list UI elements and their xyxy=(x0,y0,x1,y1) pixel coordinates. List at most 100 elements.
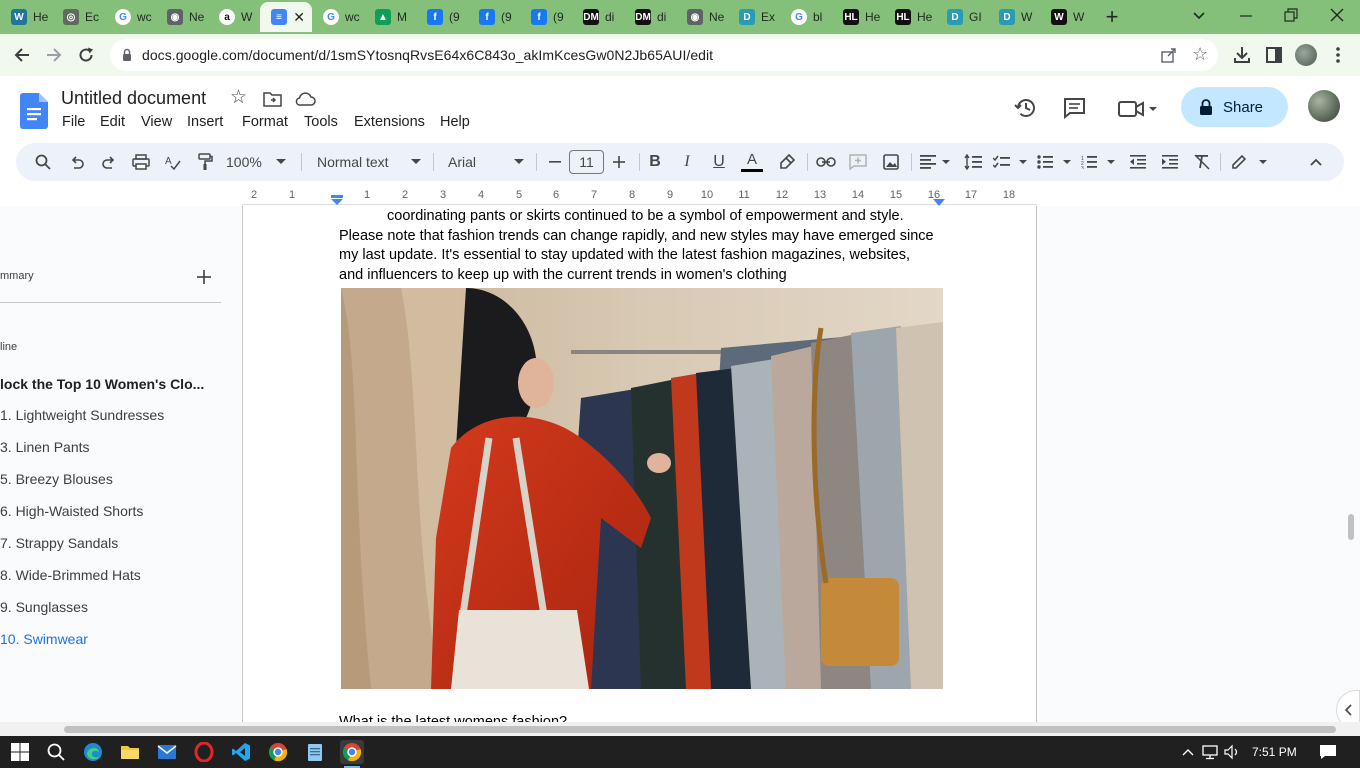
editing-mode-icon[interactable] xyxy=(1230,143,1270,181)
search-menus-icon[interactable] xyxy=(32,143,54,181)
italic-icon[interactable]: I xyxy=(676,143,698,181)
move-folder-icon[interactable] xyxy=(263,91,283,107)
sidepanel-icon[interactable] xyxy=(1262,43,1286,67)
decrease-indent-icon[interactable] xyxy=(1126,143,1150,181)
search-icon[interactable] xyxy=(44,740,68,764)
file-explorer-icon[interactable] xyxy=(118,740,142,764)
menu-format[interactable]: Format xyxy=(242,114,288,130)
tab-search-icon[interactable] xyxy=(1190,6,1208,26)
text-color-icon[interactable]: A xyxy=(740,143,764,181)
browser-tab[interactable]: Gwc xyxy=(312,2,364,32)
menu-view[interactable]: View xyxy=(141,114,172,130)
body-text-line[interactable]: and influencers to keep up with the curr… xyxy=(339,267,787,283)
browser-tab[interactable]: HL He xyxy=(832,2,884,32)
highlight-color-icon[interactable] xyxy=(776,143,798,181)
browser-tab[interactable]: D GI xyxy=(936,2,988,32)
download-icon[interactable] xyxy=(1230,43,1254,67)
notifications-icon[interactable] xyxy=(1316,740,1340,764)
increase-indent-icon[interactable] xyxy=(1158,143,1182,181)
edge-icon[interactable] xyxy=(81,740,105,764)
vertical-scrollbar-thumb[interactable] xyxy=(1348,514,1354,540)
clock-time[interactable]: 7:51 PM xyxy=(1252,745,1297,759)
site-info-icon[interactable] xyxy=(120,48,134,62)
share-button[interactable]: Share xyxy=(1181,87,1288,127)
body-text-line[interactable]: Please note that fashion trends can chan… xyxy=(339,228,934,244)
add-summary-icon[interactable] xyxy=(195,268,213,286)
share-page-icon[interactable] xyxy=(1160,47,1178,63)
browser-tab[interactable]: f (9 xyxy=(468,2,520,32)
browser-tab[interactable]: DM di xyxy=(624,2,676,32)
browser-tab[interactable]: DM di xyxy=(572,2,624,32)
version-history-icon[interactable] xyxy=(1014,96,1038,120)
meet-call-button[interactable] xyxy=(1117,98,1161,120)
font-select[interactable]: Arial xyxy=(448,143,524,181)
windows-start-icon[interactable] xyxy=(8,740,32,764)
hidden-icons-chevron-icon[interactable] xyxy=(1176,740,1200,764)
horizontal-ruler[interactable]: 2 1 1 2 3 4 5 6 7 8 9 10 11 12 13 14 15 16 17 18 xyxy=(242,188,1037,206)
browser-tab[interactable]: DW xyxy=(988,2,1040,32)
new-tab-icon[interactable]: + xyxy=(1100,6,1124,28)
comments-icon[interactable] xyxy=(1063,97,1087,120)
hide-menus-icon[interactable] xyxy=(1304,143,1328,181)
reload-icon[interactable] xyxy=(74,43,98,67)
bulleted-list-icon[interactable] xyxy=(1036,143,1074,181)
chrome-active-taskbar-icon[interactable] xyxy=(340,740,364,764)
body-text-line[interactable]: my last update. It's essential to stay u… xyxy=(339,247,910,263)
font-size-input[interactable]: 11 xyxy=(569,150,604,174)
spellcheck-icon[interactable]: A xyxy=(162,143,184,181)
underline-icon[interactable]: U xyxy=(708,143,730,181)
outline-item[interactable]: 7. Strappy Sandals xyxy=(0,535,118,551)
volume-icon[interactable] xyxy=(1220,740,1244,764)
insert-image-icon[interactable] xyxy=(879,143,903,181)
browser-tab[interactable]: f (9 xyxy=(416,2,468,32)
add-comment-icon[interactable] xyxy=(846,143,870,181)
undo-icon[interactable] xyxy=(66,143,88,181)
right-indent-marker[interactable] xyxy=(932,194,946,206)
insert-link-icon[interactable] xyxy=(814,143,838,181)
browser-tab[interactable]: Gbl xyxy=(780,2,832,32)
browser-tab[interactable]: ◉ Ne xyxy=(676,2,728,32)
cloud-saved-icon[interactable] xyxy=(294,91,316,107)
browser-tab[interactable]: D Ex xyxy=(728,2,780,32)
bold-icon[interactable]: B xyxy=(644,143,666,181)
mail-icon[interactable] xyxy=(155,740,179,764)
paragraph-style-select[interactable]: Normal text xyxy=(317,143,421,181)
document-title[interactable]: Untitled document xyxy=(61,88,206,109)
horizontal-scrollbar[interactable] xyxy=(0,722,1360,736)
align-icon[interactable] xyxy=(918,143,952,181)
browser-tab[interactable]: f (9 xyxy=(520,2,572,32)
profile-avatar[interactable] xyxy=(1294,43,1318,67)
account-avatar[interactable] xyxy=(1308,90,1340,122)
increase-font-size-icon[interactable] xyxy=(610,143,628,181)
browser-tab[interactable]: ▲ M xyxy=(364,2,416,32)
outline-item-active[interactable]: 10. Swimwear xyxy=(0,631,88,647)
left-indent-marker[interactable] xyxy=(330,192,344,205)
paint-format-icon[interactable] xyxy=(194,143,216,181)
browser-tab[interactable]: ◉ Ne xyxy=(156,2,208,32)
redo-icon[interactable] xyxy=(98,143,120,181)
outline-item[interactable]: 6. High-Waisted Shorts xyxy=(0,503,143,519)
browser-tab-active[interactable]: ≡ ✕ xyxy=(260,2,312,32)
notepad-icon[interactable] xyxy=(303,740,327,764)
print-icon[interactable] xyxy=(130,143,152,181)
menu-tools[interactable]: Tools xyxy=(304,114,338,130)
menu-help[interactable]: Help xyxy=(440,114,470,130)
star-icon[interactable]: ☆ xyxy=(230,88,250,108)
outline-item[interactable]: 5. Breezy Blouses xyxy=(0,471,113,487)
browser-tab[interactable]: Gwc xyxy=(104,2,156,32)
minimize-icon[interactable] xyxy=(1237,6,1255,26)
outline-item[interactable]: 1. Lightweight Sundresses xyxy=(0,407,164,423)
numbered-list-icon[interactable]: 123 xyxy=(1080,143,1118,181)
browser-menu-icon[interactable] xyxy=(1326,43,1350,67)
fashion-shopping-photo[interactable] xyxy=(341,288,943,689)
decrease-font-size-icon[interactable] xyxy=(546,143,564,181)
forward-icon[interactable] xyxy=(42,43,66,67)
menu-edit[interactable]: Edit xyxy=(100,114,125,130)
outline-item[interactable]: 8. Wide-Brimmed Hats xyxy=(0,567,141,583)
browser-tab[interactable]: ◎ Ec xyxy=(52,2,104,32)
line-spacing-icon[interactable] xyxy=(961,143,985,181)
document-page[interactable]: coordinating pants or skirts continued t… xyxy=(242,206,1037,730)
browser-tab[interactable]: WW xyxy=(1040,2,1092,32)
body-text-line[interactable]: coordinating pants or skirts continued t… xyxy=(387,208,904,224)
address-bar[interactable]: docs.google.com/document/d/1smSYtosnqRvs… xyxy=(110,39,1218,71)
